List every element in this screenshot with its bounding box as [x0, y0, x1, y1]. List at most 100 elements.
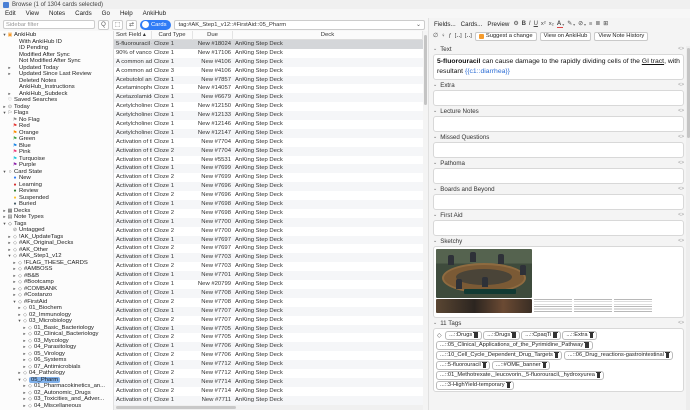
tag-pill[interactable]: ...::06_Drug_reactions-gastrointestinal: [564, 351, 674, 360]
table-row[interactable]: A common adv...Cloze 1New #4106AnKing St…: [114, 58, 423, 67]
sidebar-item-04-miscellaneous[interactable]: ▸◇04_Miscellaneous: [0, 403, 113, 410]
chevron-collapsed-icon[interactable]: ▸: [7, 65, 12, 71]
table-row[interactable]: Activation of ([...Cloze 2New #7708AnKin…: [114, 298, 423, 307]
menu-ankihub[interactable]: AnkiHub: [138, 9, 171, 18]
table-row[interactable]: Activation of th...Cloze 1New #7704AnKin…: [114, 138, 423, 147]
tag-pill[interactable]: ...::5-fluorouracil: [436, 361, 490, 370]
select-mode-icon[interactable]: ⬚: [112, 20, 123, 30]
tag-pill[interactable]: ...::Extra: [562, 331, 597, 340]
delete-tag-icon[interactable]: [553, 333, 557, 338]
more-format-icon[interactable]: ⊞: [603, 21, 608, 27]
table-row[interactable]: Activation of ([...Cloze 2New #7707AnKin…: [114, 316, 423, 325]
html-editor-icon[interactable]: <>: [678, 46, 684, 52]
tag-pill[interactable]: ...::CpaqTi: [521, 331, 561, 340]
italic-icon[interactable]: I: [529, 21, 531, 27]
delete-tag-icon[interactable]: [483, 363, 487, 368]
menu-go[interactable]: Go: [97, 9, 115, 18]
table-row[interactable]: Activation of ([...Cloze 1New #7711AnKin…: [114, 396, 423, 405]
table-row[interactable]: A common adv...Cloze 3New #4106AnKing St…: [114, 67, 423, 76]
table-row[interactable]: Activation of th...Cloze 2New #7699AnKin…: [114, 173, 423, 182]
table-row[interactable]: Acetylcholinest...Cloze 1New #12150AnKin…: [114, 102, 423, 111]
table-row[interactable]: Activation of th...Cloze 1New #7699AnKin…: [114, 164, 423, 173]
equation-icon[interactable]: ƒ: [448, 33, 451, 39]
search-input[interactable]: tag:#AK_Step1_v12::#FirstAid::05_Pharm ⌄: [174, 20, 425, 30]
view-on-ankihub-button[interactable]: View on AnkiHub: [540, 32, 592, 41]
chevron-collapsed-icon[interactable]: ▸: [7, 91, 12, 97]
menu-view[interactable]: View: [21, 9, 44, 18]
table-row[interactable]: Activation of ([...Cloze 1New #7714AnKin…: [114, 378, 423, 387]
settings-gear-icon[interactable]: ⚙: [513, 21, 518, 27]
delete-tag-icon[interactable]: [590, 333, 594, 338]
field-header-sketchy[interactable]: ⌄Sketchy<>: [433, 236, 684, 246]
table-row[interactable]: Activation of th...Cloze 2New #7698AnKin…: [114, 209, 423, 218]
field-input-missed-questions[interactable]: [433, 142, 684, 158]
eraser-icon[interactable]: ⊘▾: [578, 21, 586, 27]
html-editor-icon[interactable]: <>: [678, 320, 684, 326]
html-editor-icon[interactable]: <>: [678, 238, 684, 244]
editor-scroll-thumb[interactable]: [687, 48, 690, 138]
table-row[interactable]: Acetazolamide...Cloze 1New #6679AnKing S…: [114, 93, 423, 102]
tag-pill[interactable]: ...::3-HighYield-temporary: [436, 381, 514, 390]
collapse-chevron-icon[interactable]: ⌄: [433, 186, 437, 192]
delete-tag-icon[interactable]: [597, 373, 601, 378]
switch-icon[interactable]: ⇄: [126, 20, 137, 30]
paperclip-icon[interactable]: ∅: [433, 33, 438, 39]
table-row[interactable]: Activation of th...Cloze 1New #7696AnKin…: [114, 182, 423, 191]
collapse-chevron-icon[interactable]: ⌄: [433, 160, 437, 166]
table-row[interactable]: Activation of th...Cloze 2New #7703AnKin…: [114, 262, 423, 271]
fields-button[interactable]: Fields...: [433, 21, 457, 28]
html-editor-icon[interactable]: <>: [678, 108, 684, 114]
hscroll-thumb[interactable]: [116, 406, 236, 409]
field-input-sketchy[interactable]: [433, 246, 684, 318]
tag-pill[interactable]: ...::#OME_banner: [492, 361, 550, 370]
table-row[interactable]: Activation of ([...Cloze 2New #7705AnKin…: [114, 333, 423, 342]
table-row[interactable]: Activation of th...Cloze 1New #7698AnKin…: [114, 200, 423, 209]
field-header-extra[interactable]: ⌄Extra<>: [433, 80, 684, 90]
sketchy-image-2[interactable]: [436, 299, 532, 313]
column-header-due[interactable]: Due: [193, 31, 233, 40]
field-input-pathoma[interactable]: [433, 168, 684, 184]
table-row[interactable]: Activation of th...Cloze 2New #7704AnKin…: [114, 147, 423, 156]
underline-icon[interactable]: U: [534, 21, 538, 27]
menu-cards[interactable]: Cards: [70, 9, 97, 18]
field-header-first-aid[interactable]: ⌄First Aid<>: [433, 210, 684, 220]
table-row[interactable]: Activation of th...Cloze 1New #7703AnKin…: [114, 253, 423, 262]
table-row[interactable]: Activation of ([...Cloze 1New #7706AnKin…: [114, 342, 423, 351]
delete-tag-icon[interactable]: [543, 363, 547, 368]
chevron-down-icon[interactable]: ⌄: [416, 21, 421, 28]
table-row[interactable]: Activation of w...Cloze 1New #20799AnKin…: [114, 280, 423, 289]
table-row[interactable]: Activation of th...Cloze 2New #7696AnKin…: [114, 191, 423, 200]
delete-tag-icon[interactable]: [474, 333, 478, 338]
delete-tag-icon[interactable]: [666, 353, 670, 358]
table-row[interactable]: Activation of ([...Cloze 1New #7712AnKin…: [114, 360, 423, 369]
chevron-collapsed-icon[interactable]: ▸: [7, 71, 12, 77]
table-row[interactable]: Activation of th...Cloze 1New #5531AnKin…: [114, 156, 423, 165]
collapse-chevron-icon[interactable]: ⌄: [433, 46, 437, 52]
field-header-boards-and-beyond[interactable]: ⌄Boards and Beyond<>: [433, 184, 684, 194]
collapse-chevron-icon[interactable]: ⌄: [433, 108, 437, 114]
table-row[interactable]: Acetylcholinest...Cloze 1New #12146AnKin…: [114, 120, 423, 129]
bold-icon[interactable]: B: [522, 21, 526, 27]
table-row[interactable]: 5-fluorouracil c...Cloze 1New #18024AnKi…: [114, 40, 423, 49]
field-header-pathoma[interactable]: ⌄Pathoma<>: [433, 158, 684, 168]
delete-tag-icon[interactable]: [585, 343, 589, 348]
cloze-alt-icon[interactable]: [‥]: [465, 33, 472, 39]
microphone-icon[interactable]: ♀: [441, 33, 445, 39]
column-header-card-type[interactable]: Card Type: [152, 31, 193, 40]
table-scroll-thumb[interactable]: [424, 35, 427, 105]
table-row[interactable]: Activation of th...Cloze 2New #7697AnKin…: [114, 244, 423, 253]
sidebar-filter-input[interactable]: Sidebar filter: [3, 20, 95, 29]
tag-pill[interactable]: ...::Drugs: [445, 331, 482, 340]
suggest-a-change-button[interactable]: Suggest a change: [475, 32, 537, 41]
tag-pill[interactable]: ...::01_Methotrexate,_leucovorin,_5-fluo…: [436, 371, 604, 380]
cards-notes-toggle[interactable]: Cards: [140, 20, 171, 30]
html-editor-icon[interactable]: <>: [678, 212, 684, 218]
menu-notes[interactable]: Notes: [44, 9, 70, 18]
collapse-chevron-icon[interactable]: ⌄: [433, 238, 437, 244]
tag-pill[interactable]: ...::Drugs: [483, 331, 520, 340]
field-input-first-aid[interactable]: [433, 220, 684, 236]
table-row[interactable]: Activation of ([...Cloze 2New #7712AnKin…: [114, 369, 423, 378]
highlight-icon[interactable]: ✎▾: [567, 21, 575, 27]
collapse-chevron-icon[interactable]: ⌄: [433, 320, 437, 326]
delete-tag-icon[interactable]: [512, 333, 516, 338]
